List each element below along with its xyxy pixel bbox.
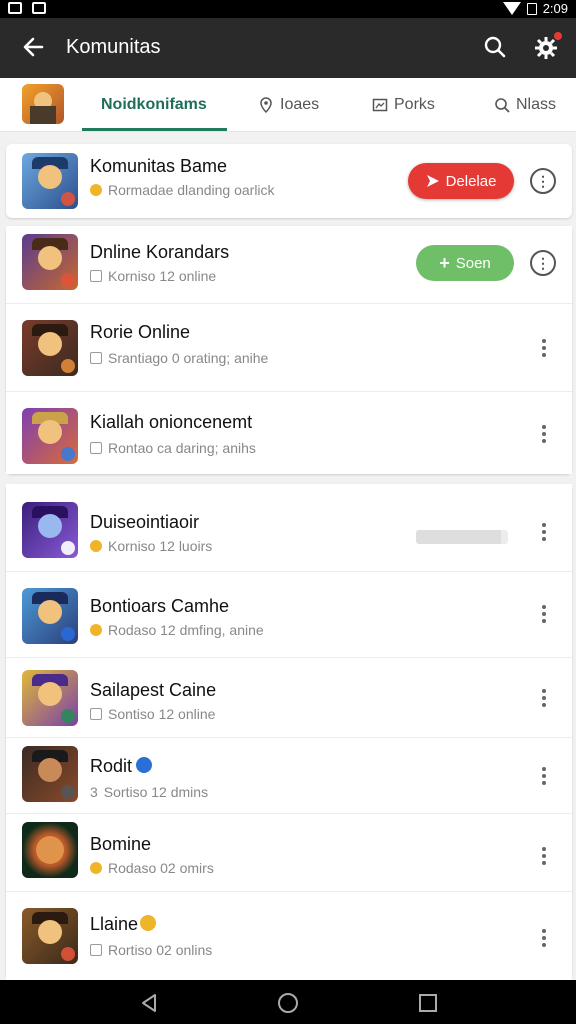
more-options-icon[interactable] [534, 520, 554, 544]
status-icon [90, 862, 102, 874]
community-name: Kiallah onioncenemt [90, 412, 253, 432]
plus-icon: + [439, 252, 450, 273]
tab-label: Porks [394, 96, 435, 113]
tab-nlass[interactable]: Nlass [494, 78, 556, 132]
image-frame-icon [372, 98, 388, 112]
back-nav-icon[interactable] [138, 992, 160, 1014]
delete-button[interactable]: Delelae [408, 163, 514, 199]
more-options-icon[interactable] [534, 926, 554, 950]
home-nav-icon[interactable] [277, 992, 299, 1014]
more-options-icon[interactable] [534, 422, 554, 446]
location-pin-icon [260, 97, 272, 113]
community-avatar [22, 320, 78, 376]
community-status: 3 Sortiso 12 dmins [90, 784, 209, 800]
status-icon [90, 270, 102, 282]
community-avatar [22, 153, 78, 209]
join-button[interactable]: + Soen [416, 245, 514, 281]
list-item[interactable]: Llaine Rortiso 02 onlins [6, 892, 572, 980]
tab-bar: Noidkonifams Ioaes Porks Nlass [0, 78, 576, 132]
status-time: 2:09 [542, 1, 568, 16]
community-status: Rortiso 02 onlins [90, 942, 212, 958]
community-avatar [22, 670, 78, 726]
more-options-icon[interactable] [534, 764, 554, 788]
community-status: Rodaso 12 dmfing, anine [90, 622, 264, 638]
more-options-icon[interactable] [534, 844, 554, 868]
community-status: Rontao ca daring; anihs [90, 440, 256, 456]
community-name: Sailapest Caine [90, 680, 217, 700]
list-item[interactable]: Kiallah onioncenemt Rontao ca daring; an… [6, 392, 572, 474]
status-icon [90, 944, 102, 956]
community-status: Sontiso 12 online [90, 706, 215, 722]
progress-bar [416, 530, 508, 544]
tab-label: Nlass [516, 96, 557, 113]
status-icon [90, 184, 102, 196]
community-avatar [22, 908, 78, 964]
send-icon [426, 175, 439, 187]
gold-badge-icon [140, 915, 157, 932]
community-name: Rorie Online [90, 322, 191, 342]
recents-nav-icon[interactable] [417, 992, 439, 1014]
community-avatar [22, 746, 78, 802]
tab-label: Ioaes [280, 96, 320, 113]
notification-icon [32, 2, 46, 14]
tab-label: Noidkonifams [101, 96, 207, 113]
list-item[interactable]: Bontioars Camhe Rodaso 12 dmfing, anine [6, 572, 572, 658]
community-avatar [22, 234, 78, 290]
community-name: Rodit [90, 756, 153, 777]
community-status: Rodaso 02 omirs [90, 860, 214, 876]
info-icon[interactable]: ⋮ [530, 250, 556, 276]
tab-ioaes[interactable]: Ioaes [258, 78, 319, 132]
community-status: Rormadae dlanding oarlick [90, 182, 275, 198]
community-name: Bontioars Camhe [90, 596, 230, 616]
community-status: Korniso 12 online [90, 268, 216, 284]
progress-fill [416, 530, 501, 544]
system-nav-bar [0, 980, 576, 1024]
search-icon[interactable] [482, 34, 508, 60]
more-options-icon[interactable] [534, 602, 554, 626]
notification-dot [554, 32, 562, 40]
list-item[interactable]: Dnline Korandars Korniso 12 online + Soe… [6, 226, 572, 304]
list-item[interactable]: Bomine Rodaso 02 omirs [6, 814, 572, 892]
tab-porks[interactable]: Porks [372, 78, 435, 132]
more-options-icon[interactable] [534, 336, 554, 360]
community-name: Duiseointiaoir [90, 512, 200, 532]
back-arrow-icon[interactable] [18, 32, 48, 62]
search-icon [495, 98, 510, 113]
battery-icon [526, 2, 537, 15]
list-item[interactable]: Rorie Online Srantiago 0 orating; anihe [6, 304, 572, 392]
status-icon [90, 540, 102, 552]
community-avatar [22, 408, 78, 464]
status-icon [90, 624, 102, 636]
community-group: Dnline Korandars Korniso 12 online + Soe… [6, 226, 572, 474]
status-icon [90, 352, 102, 364]
community-avatar [22, 588, 78, 644]
community-avatar [22, 822, 78, 878]
more-options-icon[interactable] [534, 686, 554, 710]
info-icon[interactable]: ⋮ [530, 168, 556, 194]
community-card[interactable]: Komunitas Bame Rormadae dlanding oarlick… [6, 144, 572, 218]
app-bar: Komunitas [0, 18, 576, 78]
active-tab-indicator [82, 128, 227, 131]
notification-icon [8, 2, 22, 14]
tab-noidkonifams[interactable]: Noidkonifams [101, 78, 207, 132]
community-status: Korniso 12 luoirs [90, 538, 212, 554]
app-thumbnail[interactable] [22, 84, 64, 124]
list-item[interactable]: Sailapest Caine Sontiso 12 online [6, 658, 572, 738]
community-name: Komunitas Bame [90, 156, 228, 176]
list-item[interactable]: Rodit 3 Sortiso 12 dmins [6, 738, 572, 814]
page-title: Komunitas [66, 36, 161, 58]
community-group: Duiseointiaoir Korniso 12 luoirs Bontioa… [6, 484, 572, 980]
community-name: Llaine [90, 914, 157, 935]
status-bar: 2:09 [0, 0, 576, 18]
list-item[interactable]: Duiseointiaoir Korniso 12 luoirs [6, 484, 572, 572]
community-status: Srantiago 0 orating; anihe [90, 350, 268, 366]
verified-badge-icon [136, 757, 153, 774]
status-icon [90, 708, 102, 720]
wifi-icon [502, 2, 521, 15]
community-name: Dnline Korandars [90, 242, 230, 262]
settings-icon[interactable] [532, 32, 562, 62]
status-icon [90, 442, 102, 454]
community-name: Bomine [90, 834, 152, 854]
community-avatar [22, 502, 78, 558]
